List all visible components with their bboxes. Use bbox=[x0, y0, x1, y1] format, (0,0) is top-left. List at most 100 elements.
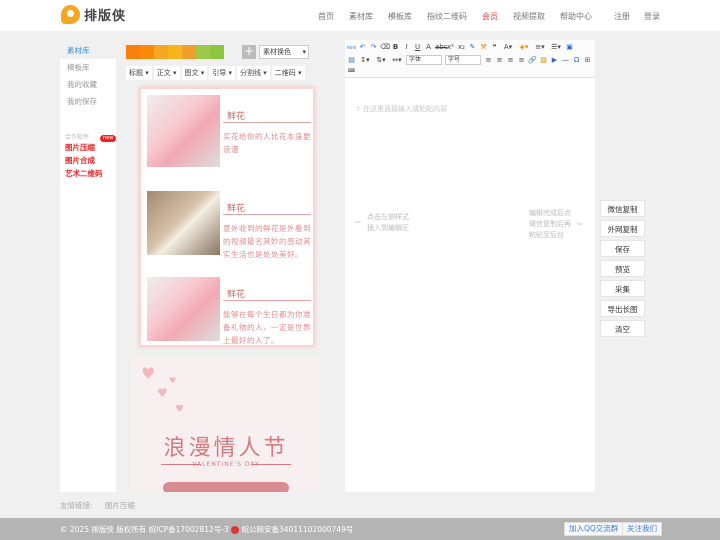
sidebar-item-saved[interactable]: 我的保存 bbox=[60, 93, 116, 110]
align-center-icon[interactable]: ≡ bbox=[495, 56, 504, 65]
bold-icon[interactable]: B bbox=[391, 43, 400, 52]
insert-image-icon[interactable]: ▤ bbox=[347, 56, 356, 65]
nav-membership[interactable]: 会员 bbox=[482, 11, 498, 22]
align-left-icon[interactable]: ≡ bbox=[484, 56, 493, 65]
copyright-line[interactable]: © 2025 排版侠 版权所有 皖ICP备17002812号-3 bbox=[60, 525, 229, 534]
item-title: 鲜花 bbox=[227, 290, 246, 300]
collect-button[interactable]: 采集 bbox=[600, 280, 645, 297]
color-swatch-2[interactable] bbox=[154, 45, 168, 59]
action-buttons: 微信复制 外网复制 保存 预览 采集 导出长图 清空 bbox=[600, 200, 645, 340]
follow-us-button[interactable]: 关注我们 bbox=[622, 522, 662, 536]
add-color-button[interactable]: + bbox=[242, 45, 256, 59]
sidebar-item-favorites[interactable]: 我的收藏 bbox=[60, 76, 116, 93]
tab-divider[interactable]: 分割线 ▾ bbox=[237, 66, 270, 80]
tab-image-text[interactable]: 图文 ▾ bbox=[181, 66, 208, 80]
line-height-icon[interactable]: ↕▾ bbox=[358, 56, 372, 65]
right-hint-line-2: 微信复制后再 bbox=[529, 220, 571, 228]
sidebar-item-materials[interactable]: 素材库 bbox=[60, 42, 116, 59]
nav-video-extract[interactable]: 视频提取 bbox=[513, 11, 545, 22]
nav-templates[interactable]: 模板库 bbox=[388, 11, 412, 22]
nav-help-center[interactable]: 帮助中心 bbox=[560, 11, 592, 22]
flower-photo bbox=[147, 95, 220, 167]
editor-placeholder[interactable]: ⇧ 在这里直接输入或粘贴内容 bbox=[355, 104, 447, 114]
left-sidebar: 素材库 模板库 我的收藏 我的保存 合作软件 图片压缩 new 图片合成 艺术二… bbox=[60, 42, 117, 492]
material-card[interactable]: 鲜花 买花给你的人比花本身更浪漫 鲜花 意外收到的鲜花是外看到的视频最名其妙的感… bbox=[139, 87, 315, 347]
align-justify-icon[interactable]: ≡ bbox=[517, 56, 526, 65]
keyboard-icon[interactable]: ⌨ bbox=[347, 67, 356, 76]
tab-body[interactable]: 正文 ▾ bbox=[153, 66, 180, 80]
link-icon[interactable]: 🔗 bbox=[528, 56, 537, 65]
font-family-select[interactable]: 字体 bbox=[406, 55, 442, 65]
horizontal-rule-icon[interactable]: — bbox=[561, 56, 570, 65]
material-item[interactable]: 鲜花 买花给你的人比花本身更浪漫 bbox=[147, 95, 315, 167]
subscript-icon[interactable]: x₂ bbox=[457, 43, 466, 52]
eraser-icon[interactable]: ⌫ bbox=[380, 43, 390, 52]
right-copy-hint: 编辑完成后点 微信复制后再 粘贴至后台 ⇨ bbox=[529, 208, 583, 241]
video-icon[interactable]: ▶ bbox=[550, 56, 559, 65]
material-item[interactable]: 鲜花 意外收到的鲜花是外看到的视频最名其妙的感动其实生活也是处处美好。 bbox=[147, 187, 315, 259]
valentine-banner[interactable]: ♥ ♥ ♥ ♥ 浪漫情人节 VALENTINE'S DAY bbox=[131, 358, 321, 492]
register-link[interactable]: 注册 bbox=[614, 11, 630, 22]
editor-toolbar: html ↶ ↷ ⌫ B I U A abc x² x₂ ✎ ⚒ ❝ A▾ ◈▾… bbox=[345, 40, 595, 78]
quote-icon[interactable]: ❝ bbox=[490, 43, 499, 52]
special-char-icon[interactable]: Ω bbox=[572, 56, 581, 65]
font-color-icon[interactable]: A▾ bbox=[501, 43, 515, 52]
nav-fingerprint-qr[interactable]: 指纹二维码 bbox=[427, 11, 467, 22]
superscript-icon[interactable]: x² bbox=[446, 43, 455, 52]
external-copy-button[interactable]: 外网复制 bbox=[600, 220, 645, 237]
strikethrough-icon[interactable]: abc bbox=[435, 43, 448, 52]
nav-materials[interactable]: 素材库 bbox=[349, 11, 373, 22]
friend-link-image-compress[interactable]: 图片压缩 bbox=[105, 501, 135, 510]
police-record[interactable]: 皖公网安备34011102000749号 bbox=[242, 525, 354, 534]
align-right-icon[interactable]: ≡ bbox=[506, 56, 515, 65]
export-long-image-button[interactable]: 导出长图 bbox=[600, 300, 645, 317]
color-swatch-4[interactable] bbox=[182, 45, 196, 59]
login-link[interactable]: 登录 bbox=[644, 11, 660, 22]
background-color-icon[interactable]: ◈▾ bbox=[517, 43, 531, 52]
color-swatch-6[interactable] bbox=[210, 45, 224, 59]
material-category-tabs: 标题 ▾ 正文 ▾ 图文 ▾ 引导 ▾ 分割线 ▾ 二维码 ▾ bbox=[126, 66, 307, 80]
wechat-copy-button[interactable]: 微信复制 bbox=[600, 200, 645, 217]
clear-button[interactable]: 清空 bbox=[600, 320, 645, 337]
sidebar-item-templates[interactable]: 模板库 bbox=[60, 59, 116, 76]
tab-guide[interactable]: 引导 ▾ bbox=[209, 66, 235, 80]
unordered-list-icon[interactable]: ☰▾ bbox=[549, 43, 563, 52]
item-desc: 意外收到的鲜花是外看到的视频最名其妙的感动其实生活也是处处美好。 bbox=[223, 224, 311, 259]
underline-icon[interactable]: U bbox=[413, 43, 422, 52]
font-border-icon[interactable]: A bbox=[424, 43, 433, 52]
preview-button[interactable]: 预览 bbox=[600, 260, 645, 277]
table-icon[interactable]: ⊞ bbox=[583, 56, 592, 65]
material-item[interactable]: 鲜花 能够在每个生日都为你准备礼物的人，一定是世界上最好的人了。 bbox=[147, 273, 315, 345]
paragraph-spacing-icon[interactable]: ⇅▾ bbox=[374, 56, 388, 65]
color-swatch-3[interactable] bbox=[168, 45, 182, 59]
tool-image-compress[interactable]: 图片压缩 new bbox=[60, 135, 117, 154]
format-paint-icon[interactable]: ✎ bbox=[468, 43, 477, 52]
color-swatch-5[interactable] bbox=[196, 45, 210, 59]
image-icon[interactable]: ▧ bbox=[539, 56, 548, 65]
color-swatch-0[interactable] bbox=[126, 45, 140, 59]
item-title: 鲜花 bbox=[227, 204, 246, 214]
save-button[interactable]: 保存 bbox=[600, 240, 645, 257]
redo-icon[interactable]: ↷ bbox=[369, 43, 378, 52]
undo-icon[interactable]: ↶ bbox=[358, 43, 367, 52]
toolbar-row-3: ⌨ bbox=[347, 67, 358, 76]
fullscreen-icon[interactable]: ▣ bbox=[565, 43, 574, 52]
tab-title[interactable]: 标题 ▾ bbox=[126, 66, 152, 80]
font-size-select[interactable]: 字号 bbox=[445, 55, 481, 65]
police-badge-icon bbox=[231, 526, 240, 534]
html-source-icon[interactable]: html bbox=[347, 43, 356, 52]
italic-icon[interactable]: I bbox=[402, 43, 411, 52]
tool-art-qrcode[interactable]: 艺术二维码 bbox=[60, 167, 116, 180]
tab-qrcode[interactable]: 二维码 ▾ bbox=[271, 66, 305, 80]
tool-image-merge[interactable]: 图片合成 bbox=[60, 154, 116, 167]
material-color-select[interactable]: 素材换色 bbox=[259, 45, 309, 59]
title-underline bbox=[223, 122, 311, 123]
letter-spacing-icon[interactable]: ⇔▾ bbox=[390, 56, 404, 65]
format-brush-icon[interactable]: ⚒ bbox=[479, 43, 488, 52]
nav-home[interactable]: 首页 bbox=[318, 11, 334, 22]
ordered-list-icon[interactable]: ≡▾ bbox=[533, 43, 547, 52]
color-swatch-1[interactable] bbox=[140, 45, 154, 59]
join-qq-group-button[interactable]: 加入QQ交流群 bbox=[564, 522, 624, 536]
arrow-right-icon: ⇨ bbox=[577, 220, 583, 228]
logo[interactable]: 排版侠 bbox=[61, 5, 126, 24]
